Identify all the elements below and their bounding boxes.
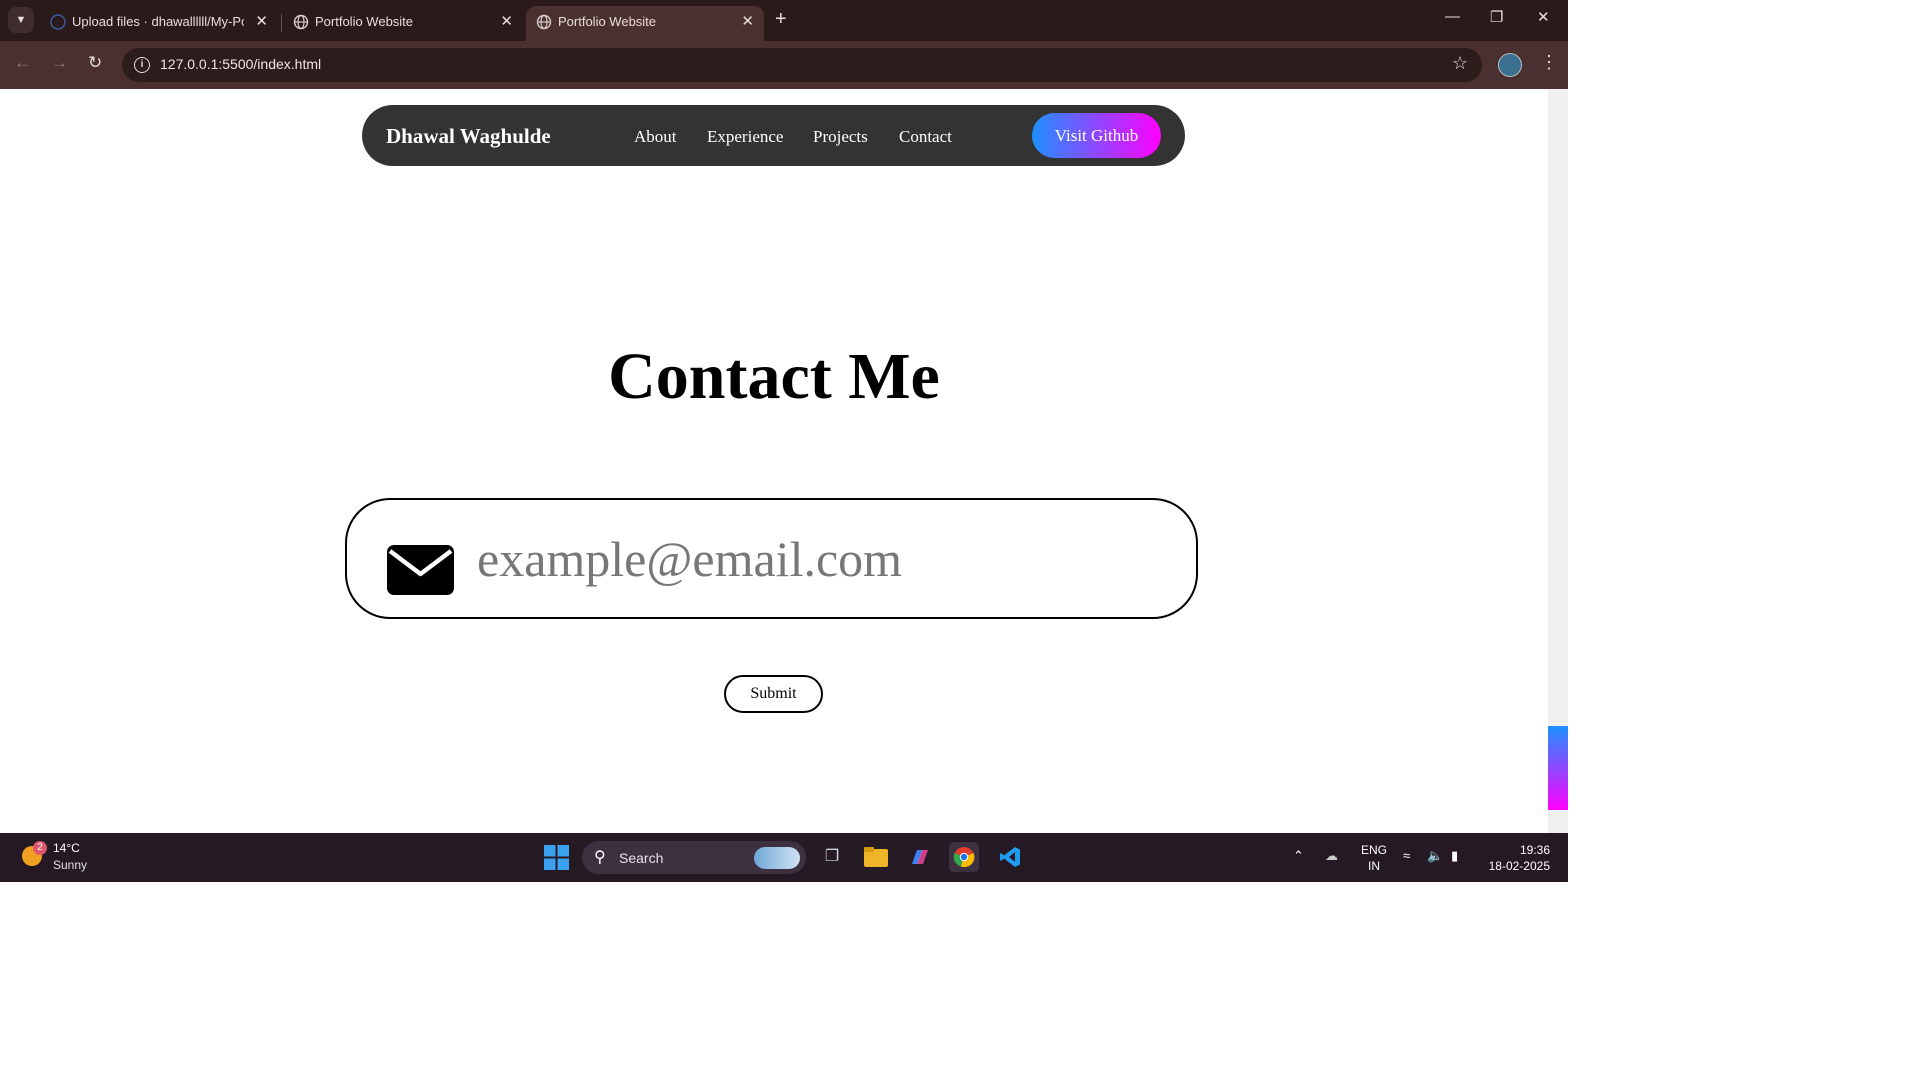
- site-info-icon[interactable]: i: [134, 57, 150, 73]
- forward-arrow-icon[interactable]: →: [51, 53, 68, 73]
- taskbar-search[interactable]: ⚲ Search: [582, 841, 806, 874]
- close-icon[interactable]: ✕: [255, 12, 268, 30]
- copilot-icon[interactable]: [905, 842, 935, 872]
- input-language[interactable]: ENG IN: [1361, 842, 1387, 874]
- reload-icon[interactable]: ↻: [88, 53, 102, 73]
- weather-temperature[interactable]: 14°C: [53, 841, 80, 855]
- tab-title: Upload files · dhawallllll/My-Por: [72, 14, 244, 29]
- onedrive-offline-icon[interactable]: ☁: [1325, 848, 1338, 864]
- browser-tab-bar: ▼ Upload files · dhawallllll/My-Por ✕ Po…: [0, 0, 1568, 41]
- windows-start-icon[interactable]: [544, 845, 569, 870]
- language-region: IN: [1368, 859, 1380, 873]
- close-icon[interactable]: ✕: [741, 12, 754, 30]
- tab-upload-files[interactable]: Upload files · dhawallllll/My-Por ✕: [40, 6, 278, 41]
- windows-taskbar: 2 14°C Sunny ⚲ Search ❐ ⌃ ☁ ENG IN ≈ 🔈 ▮…: [0, 833, 1568, 882]
- page-scrollbar[interactable]: [1548, 89, 1568, 833]
- search-icon: ⚲: [594, 849, 606, 866]
- github-icon: [50, 14, 66, 30]
- tray-overflow-chevron-icon[interactable]: ⌃: [1293, 848, 1304, 864]
- site-brand[interactable]: Dhawal Waghulde: [386, 124, 551, 149]
- nav-link-experience[interactable]: Experience: [707, 127, 783, 147]
- nav-link-contact[interactable]: Contact: [899, 127, 952, 147]
- wifi-icon[interactable]: ≈: [1403, 848, 1410, 863]
- back-arrow-icon[interactable]: ←: [14, 53, 31, 73]
- tab-portfolio-website[interactable]: Portfolio Website ✕: [283, 6, 523, 41]
- tab-title: Portfolio Website: [315, 14, 414, 29]
- chrome-icon[interactable]: [949, 842, 979, 872]
- file-explorer-icon[interactable]: [861, 842, 891, 872]
- email-input[interactable]: [475, 526, 1169, 592]
- tab-divider: [281, 14, 282, 32]
- window-close-icon[interactable]: ✕: [1537, 8, 1550, 26]
- weather-condition[interactable]: Sunny: [53, 858, 87, 872]
- page-title: Contact Me: [608, 340, 940, 413]
- submit-button[interactable]: Submit: [724, 675, 823, 713]
- clock-time: 19:36: [1519, 843, 1550, 857]
- task-view-icon[interactable]: ❐: [817, 842, 847, 872]
- volume-icon[interactable]: 🔈: [1427, 848, 1443, 864]
- language-code: ENG: [1361, 843, 1388, 857]
- nav-link-projects[interactable]: Projects: [813, 127, 868, 147]
- envelope-icon: [387, 545, 454, 595]
- nav-link-about[interactable]: About: [634, 127, 677, 147]
- tab-title: Portfolio Website: [558, 14, 657, 29]
- email-field-container[interactable]: [345, 498, 1198, 619]
- globe-icon: [293, 14, 309, 30]
- bookmark-star-icon[interactable]: ☆: [1452, 53, 1468, 74]
- restore-icon[interactable]: ❐: [1490, 8, 1503, 26]
- visit-github-button[interactable]: Visit Github: [1032, 113, 1161, 158]
- close-icon[interactable]: ✕: [500, 12, 513, 30]
- battery-icon[interactable]: ▮: [1451, 848, 1458, 864]
- system-clock[interactable]: 19:36 18-02-2025: [1484, 842, 1550, 874]
- search-highlight-image: [754, 847, 800, 869]
- address-url[interactable]: 127.0.0.1:5500/index.html: [160, 56, 321, 72]
- minimize-icon[interactable]: —: [1445, 8, 1460, 25]
- vscode-icon[interactable]: [995, 842, 1025, 872]
- more-menu-icon[interactable]: ⋮: [1540, 52, 1558, 73]
- new-tab-plus-icon[interactable]: +: [775, 8, 787, 30]
- profile-avatar[interactable]: [1498, 53, 1522, 77]
- tab-portfolio-website-active[interactable]: Portfolio Website ✕: [526, 6, 764, 41]
- webpage-viewport: Dhawal Waghulde About Experience Project…: [0, 89, 1548, 833]
- tab-search-chevron-icon[interactable]: ▼: [8, 7, 34, 33]
- address-bar[interactable]: i 127.0.0.1:5500/index.html ☆: [122, 48, 1482, 82]
- weather-badge: 2: [33, 841, 47, 855]
- taskbar-search-label: Search: [619, 850, 664, 866]
- clock-date: 18-02-2025: [1488, 859, 1550, 873]
- globe-icon: [536, 14, 552, 30]
- browser-toolbar: ← → ↻ i 127.0.0.1:5500/index.html ☆: [0, 41, 1568, 89]
- site-navbar: Dhawal Waghulde About Experience Project…: [362, 105, 1185, 166]
- scrollbar-thumb[interactable]: [1548, 726, 1568, 810]
